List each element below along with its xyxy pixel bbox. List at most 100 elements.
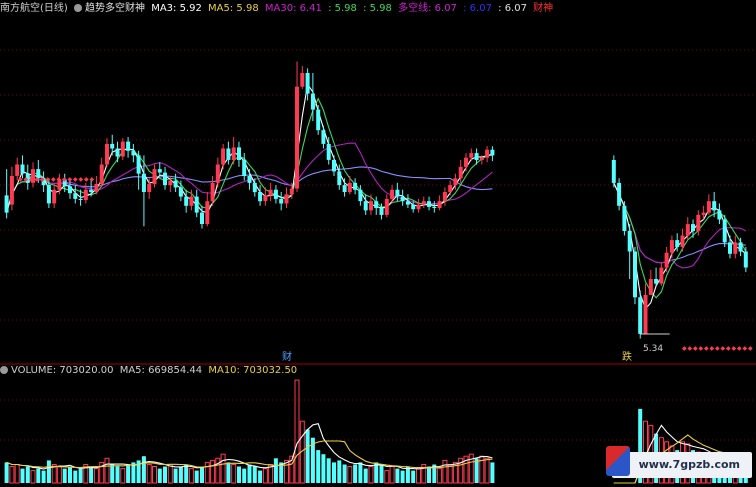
candle-body <box>490 149 495 156</box>
signal-diamond: ◆ <box>73 176 78 183</box>
watermark: www.7gpzb.com <box>606 446 752 478</box>
volume-bar <box>9 466 15 484</box>
volume-bar <box>252 466 257 483</box>
volume-bar <box>141 456 146 483</box>
candle-body <box>9 176 14 205</box>
signal-diamond: ◆ <box>62 176 67 183</box>
candle-body <box>485 149 490 158</box>
signal-diamond: ◆ <box>68 176 73 183</box>
candle-body <box>337 171 342 186</box>
volume-bar <box>237 466 241 483</box>
volume-bar <box>305 429 310 483</box>
watermark-logo-icon <box>606 446 630 476</box>
candle-body <box>400 196 405 202</box>
candle-body <box>696 214 701 231</box>
volume-bar <box>316 450 321 483</box>
volume-bar <box>194 470 199 483</box>
volume-bar <box>321 454 326 483</box>
candle-body <box>321 130 326 144</box>
cai-label: 财 <box>282 350 292 363</box>
volume-ma5-value: MA5: 669854.44 <box>119 365 203 376</box>
candle-body <box>453 178 458 186</box>
volume-bar <box>204 461 210 484</box>
volume-ma10-value: MA10: 703032.50 <box>208 365 298 376</box>
candle-body <box>194 196 199 213</box>
candle-body <box>432 206 437 208</box>
candle-body <box>611 160 616 183</box>
signal-diamond: ◆ <box>18 176 23 183</box>
candle-body <box>184 196 189 206</box>
indicator-name: 趋势多空财神 <box>85 3 145 14</box>
candle-body <box>273 189 278 199</box>
ma5-value: MA5: 5.98 <box>208 3 259 14</box>
volume-bar <box>363 468 368 483</box>
candle-body <box>115 148 120 157</box>
volume-bar <box>89 466 94 483</box>
watermark-text: www.7gpzb.com <box>638 458 740 471</box>
duokong-value: 多空线: 6.07 <box>398 3 457 14</box>
volume-bar <box>416 468 421 484</box>
settings-icon[interactable] <box>0 366 8 374</box>
volume-value: VOLUME: 703020.00 <box>11 365 114 376</box>
candle-body <box>717 210 722 220</box>
candle-body <box>231 147 236 160</box>
volume-bar <box>178 466 183 483</box>
candle-body <box>405 201 410 205</box>
candle-body <box>458 166 463 179</box>
volume-bar <box>437 468 443 484</box>
candle-body <box>78 198 83 200</box>
volume-bar <box>78 468 83 483</box>
candle-body <box>374 201 379 209</box>
candle-body <box>226 148 231 160</box>
candle-body <box>427 201 431 207</box>
volume-bar <box>247 464 252 483</box>
candle-body <box>347 182 352 193</box>
volume-bar <box>215 457 221 484</box>
line-value-1: : 5.98 <box>328 3 357 14</box>
volume-bar <box>379 464 384 483</box>
signal-diamond: ◆ <box>79 176 84 183</box>
price-header: 南方航空(日线) 趋势多空财神 MA3: 5.92 MA5: 5.98 MA30… <box>0 3 556 15</box>
candle-body <box>237 147 241 160</box>
signal-diamond: ◆ <box>682 345 687 352</box>
signal-diamond: ◆ <box>704 345 709 352</box>
candle-body <box>411 204 416 210</box>
signal-diamond: ◆ <box>57 176 62 183</box>
candle-body <box>136 155 141 174</box>
candle-body <box>152 169 157 184</box>
candle-body <box>363 201 368 211</box>
candle-body <box>141 173 146 192</box>
candle-body <box>706 201 711 213</box>
signal-diamond: ◆ <box>699 345 704 352</box>
candle-body <box>728 242 732 254</box>
candle-body <box>701 212 706 215</box>
volume-bar <box>30 470 36 484</box>
volume-bar <box>93 468 99 484</box>
volume-bar <box>258 470 263 483</box>
candle-body <box>163 172 167 186</box>
volume-bar <box>152 466 157 484</box>
volume-header: VOLUME: 703020.00 MA5: 669854.44 MA10: 7… <box>0 365 300 377</box>
volume-bar <box>490 462 495 483</box>
candle-body <box>242 160 247 176</box>
volume-bar <box>62 468 67 483</box>
candle-body <box>263 195 268 202</box>
candle-body <box>659 267 664 284</box>
candle-body <box>258 192 263 202</box>
ma3-value: MA3: 5.92 <box>151 3 202 14</box>
volume-bar <box>36 468 41 483</box>
candle-body <box>332 160 336 172</box>
settings-icon[interactable] <box>74 4 82 12</box>
volume-bar <box>332 462 336 483</box>
candle-body <box>437 201 442 209</box>
volume-bar <box>442 459 448 484</box>
candle-body <box>110 143 115 149</box>
volume-bar <box>395 468 400 483</box>
candle-body <box>221 148 226 165</box>
candle-body <box>247 176 252 183</box>
signal-diamond: ◆ <box>710 345 715 352</box>
candle-body <box>680 235 685 247</box>
signal-diamond: ◆ <box>51 176 56 183</box>
candle-body <box>654 279 659 284</box>
volume-bar <box>262 468 268 484</box>
